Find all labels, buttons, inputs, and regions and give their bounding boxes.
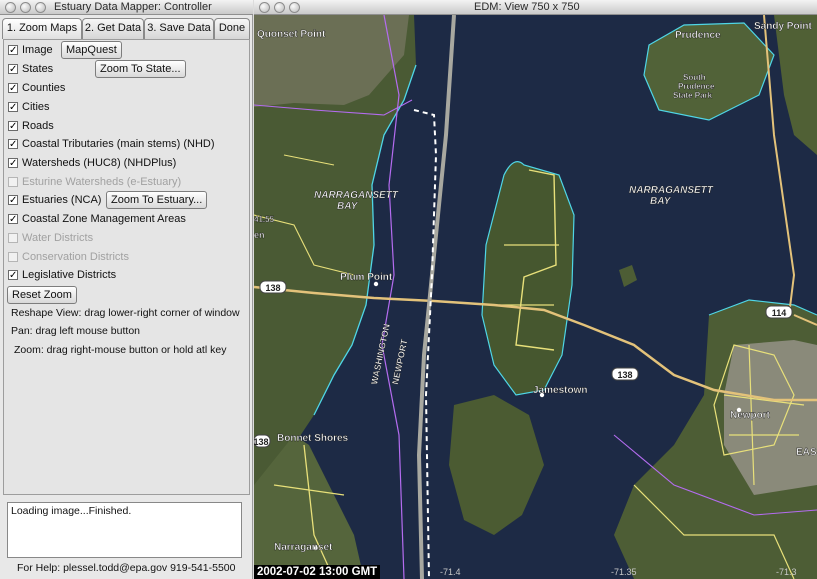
label-latitude-fragment: 41.55	[254, 215, 275, 224]
controller-titlebar: Estuary Data Mapper: Controller	[0, 0, 253, 15]
layer-checkbox-water-districts	[8, 233, 18, 243]
zoom-to-estuary-button[interactable]: Zoom To Estuary...	[106, 191, 208, 209]
map-window: EDM: View 750 x 750 138 138 138 114 Quon…	[254, 0, 817, 579]
label-south-prudence: South	[683, 73, 706, 82]
layer-checkbox-esturine-watersheds	[8, 177, 18, 187]
layer-row-estuaries[interactable]: ✓ Estuaries (NCA)	[8, 192, 101, 208]
layer-row-water-districts: Water Districts	[8, 230, 93, 246]
layer-label: Image	[22, 44, 53, 56]
label-south-prudence: Prudence	[678, 82, 715, 91]
longitude-label: -71.35	[611, 567, 637, 577]
layer-row-esturine-watersheds: Esturine Watersheds (e-Estuary)	[8, 174, 181, 190]
label-narragansett-bay-east: BAY	[650, 196, 672, 207]
layer-row-coastal-tributaries[interactable]: ✓ Coastal Tributaries (main stems) (NHD)	[8, 136, 215, 152]
controller-window: Estuary Data Mapper: Controller 1. Zoom …	[0, 0, 253, 579]
map-timestamp: 2002-07-02 13:00 GMT	[254, 565, 381, 579]
layer-checkbox-legislative-districts[interactable]: ✓	[8, 270, 18, 281]
layer-checkbox-conservation-districts	[8, 252, 18, 262]
layer-row-states[interactable]: ✓ States	[8, 61, 53, 77]
tab-bar: 1. Zoom Maps 2. Get Data 3. Save Data Do…	[2, 18, 251, 39]
layer-checkbox-coastal-zone[interactable]: ✓	[8, 214, 18, 225]
layer-row-coastal-zone[interactable]: ✓ Coastal Zone Management Areas	[8, 211, 186, 227]
map-title: EDM: View 750 x 750	[474, 1, 580, 13]
mapquest-button[interactable]: MapQuest	[61, 41, 122, 59]
tab-zoom-maps[interactable]: 1. Zoom Maps	[2, 18, 82, 39]
layer-label: Coastal Tributaries (main stems) (NHD)	[22, 138, 215, 150]
layer-checkbox-coastal-tributaries[interactable]: ✓	[8, 139, 18, 150]
label-narragansett-bay-west: BAY	[337, 201, 359, 212]
label-prudence: Prudence	[675, 30, 721, 41]
layer-label: Conservation Districts	[22, 251, 129, 263]
tab-get-data[interactable]: 2. Get Data	[82, 18, 144, 39]
layer-label: Estuaries (NCA)	[22, 194, 102, 206]
tab-save-data[interactable]: 3. Save Data	[144, 18, 214, 39]
layer-label: States	[22, 63, 54, 75]
map-svg[interactable]: 138 138 138 114 Quonset Point Prudence S…	[254, 15, 817, 579]
layer-label: Legislative Districts	[22, 269, 117, 281]
layer-row-counties[interactable]: ✓ Counties	[8, 80, 65, 96]
longitude-label: -71.4	[440, 567, 461, 577]
map-canvas[interactable]: 138 138 138 114 Quonset Point Prudence S…	[254, 15, 817, 579]
layer-label: Watersheds (HUC8) (NHDPlus)	[22, 157, 177, 169]
layer-row-image[interactable]: ✓ Image	[8, 42, 53, 58]
route-shield-text: 138	[254, 437, 269, 447]
layer-checkbox-watersheds[interactable]: ✓	[8, 158, 18, 169]
label-plum-point: Plum Point	[340, 272, 393, 283]
layer-row-cities[interactable]: ✓ Cities	[8, 99, 50, 115]
route-shield-text: 114	[772, 308, 787, 318]
layer-label: Cities	[22, 101, 50, 113]
label-bonnet-shores: Bonnet Shores	[277, 433, 349, 444]
layer-checkbox-roads[interactable]: ✓	[8, 121, 18, 132]
map-titlebar: EDM: View 750 x 750	[254, 0, 817, 15]
zoom-maps-panel: ✓ Image ✓ States ✓ Counties ✓ Cities ✓ R…	[3, 39, 250, 495]
layer-label: Coastal Zone Management Areas	[22, 213, 186, 225]
tab-done[interactable]: Done	[214, 18, 250, 39]
layer-row-legislative-districts[interactable]: ✓ Legislative Districts	[8, 267, 116, 283]
close-window-icon[interactable]	[259, 2, 270, 13]
longitude-label: -71.3	[776, 567, 797, 577]
zoom-window-icon[interactable]	[35, 2, 46, 13]
layer-row-roads[interactable]: ✓ Roads	[8, 118, 54, 134]
label-fragment: en	[254, 230, 265, 240]
reset-zoom-button[interactable]: Reset Zoom	[7, 286, 77, 304]
layer-label: Esturine Watersheds (e-Estuary)	[22, 176, 182, 188]
minimize-window-icon[interactable]	[274, 2, 285, 13]
zoom-window-icon[interactable]	[289, 2, 300, 13]
label-narragansett: Narraganset	[274, 542, 333, 553]
layer-label: Counties	[22, 82, 66, 94]
help-reshape: Reshape View: drag lower-right corner of…	[11, 307, 240, 319]
layer-checkbox-states[interactable]: ✓	[8, 64, 18, 75]
label-jamestown: Jamestown	[533, 385, 587, 396]
minimize-window-icon[interactable]	[20, 2, 31, 13]
label-narragansett-bay-west: NARRAGANSETT	[314, 190, 399, 201]
controller-title: Estuary Data Mapper: Controller	[54, 1, 212, 13]
label-eas-fragment: EAS	[796, 447, 817, 458]
layer-checkbox-estuaries[interactable]: ✓	[8, 195, 18, 206]
route-shield-text: 138	[265, 283, 280, 293]
layer-checkbox-counties[interactable]: ✓	[8, 83, 18, 94]
help-pan: Pan: drag left mouse button	[11, 325, 140, 337]
layer-row-watersheds[interactable]: ✓ Watersheds (HUC8) (NHDPlus)	[8, 155, 176, 171]
layer-checkbox-cities[interactable]: ✓	[8, 102, 18, 113]
label-newport: Newport	[730, 410, 771, 421]
help-footer: For Help: plessel.todd@epa.gov 919-541-5…	[17, 562, 236, 574]
layer-label: Water Districts	[22, 232, 94, 244]
label-south-prudence: State Park	[673, 91, 713, 100]
layer-checkbox-image[interactable]: ✓	[8, 45, 18, 56]
layer-row-conservation-districts: Conservation Districts	[8, 249, 129, 265]
label-quonset-point: Quonset Point	[257, 29, 326, 40]
zoom-to-state-button[interactable]: Zoom To State...	[95, 60, 186, 78]
close-window-icon[interactable]	[5, 2, 16, 13]
label-narragansett-bay-east: NARRAGANSETT	[629, 185, 714, 196]
layer-label: Roads	[22, 120, 54, 132]
status-log: Loading image...Finished.	[7, 502, 242, 558]
label-sandy-point: Sandy Point	[754, 21, 812, 32]
route-shield-text: 138	[617, 370, 632, 380]
help-zoom: Zoom: drag right-mouse button or hold at…	[14, 344, 227, 356]
